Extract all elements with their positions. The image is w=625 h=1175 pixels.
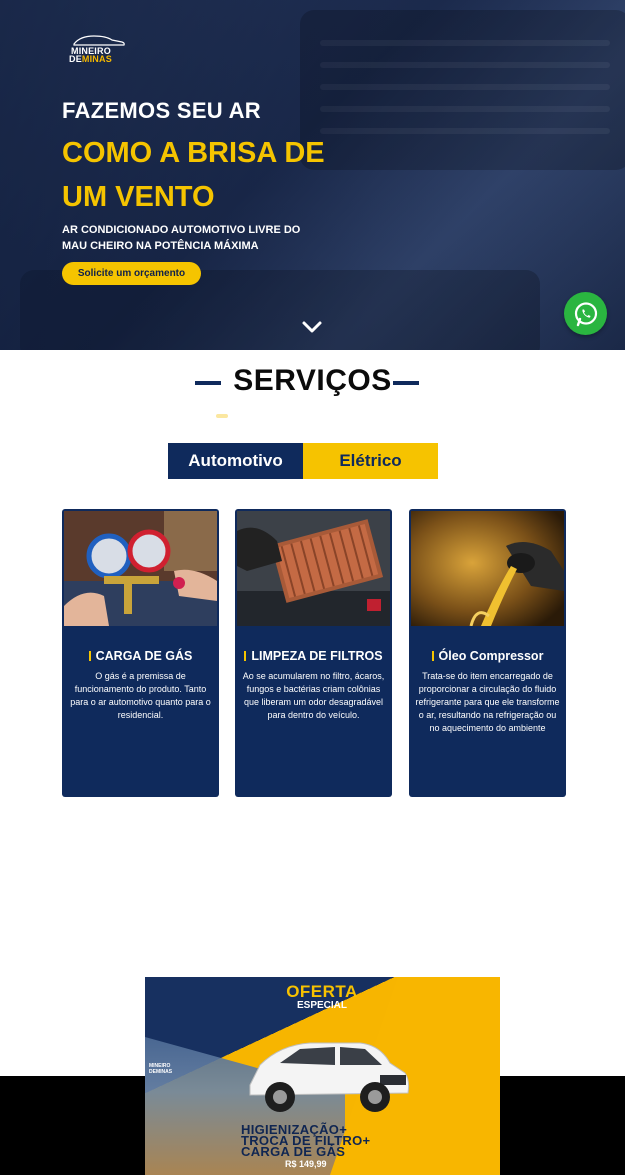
card-title-text: LIMPEZA DE FILTROS bbox=[251, 649, 383, 663]
whatsapp-icon bbox=[574, 301, 597, 326]
tab-automotivo[interactable]: Automotivo bbox=[168, 443, 303, 479]
card-title-text: CARGA DE GÁS bbox=[95, 649, 193, 663]
title-accent-bar bbox=[244, 651, 247, 661]
special-offer-banner[interactable]: OFERTA ESPECIAL MINEIRO DEMINAS HIGIENIZA… bbox=[145, 977, 500, 1175]
card-description: Trata-se do item encarregado de proporci… bbox=[415, 671, 560, 733]
card-description: Ao se acumularem no filtro, ácaros, fung… bbox=[242, 671, 385, 720]
service-card-oil[interactable]: Óleo Compressor Trata-se do item encarre… bbox=[409, 509, 566, 797]
gas-gauges-image bbox=[64, 511, 217, 626]
card-description: O gás é a premissa de funcionamento do p… bbox=[70, 671, 211, 720]
service-card-gas[interactable]: CARGA DE GÁS O gás é a premissa de funci… bbox=[62, 509, 219, 797]
hero-subtitle: AR CONDICIONADO AUTOMOTIVO LIVRE DO MAU … bbox=[62, 224, 301, 252]
card-title-text: Óleo Compressor bbox=[438, 649, 544, 663]
car-logo-icon bbox=[73, 35, 125, 46]
card-title: CARGA DE GÁS bbox=[62, 649, 219, 663]
title-accent-bar bbox=[88, 651, 91, 661]
card-title: Óleo Compressor bbox=[409, 649, 566, 663]
brand-de: DE bbox=[69, 54, 82, 64]
hero-title-white: FAZEMOS SEU AR bbox=[62, 98, 261, 123]
card-title: LIMPEZA DE FILTROS bbox=[235, 649, 392, 663]
offer-title: OFERTA bbox=[286, 982, 358, 1001]
suv-image bbox=[249, 1042, 410, 1112]
offer-logo-de: DE bbox=[149, 1069, 156, 1075]
brand-logo[interactable]: MINEIRO DEMINAS bbox=[68, 34, 132, 64]
air-filter-image bbox=[237, 511, 390, 626]
hero-title-yellow-2: UM VENTO bbox=[62, 181, 215, 213]
title-accent-bar bbox=[431, 651, 434, 661]
offer-line-3: CARGA DE GÁS bbox=[241, 1144, 346, 1159]
heading-dash-right bbox=[393, 381, 419, 385]
offer-subtitle: ESPECIAL bbox=[296, 1000, 347, 1011]
decorative-mark bbox=[216, 414, 228, 418]
request-quote-button[interactable]: Solicite um orçamento bbox=[62, 262, 201, 285]
service-tabs: Automotivo Elétrico bbox=[168, 443, 438, 479]
whatsapp-button[interactable] bbox=[564, 292, 607, 335]
offer-logo: MINEIRO DEMINAS bbox=[149, 1063, 172, 1075]
hero-banner: MINEIRO DEMINAS FAZEMOS SEU AR COMO A BR… bbox=[0, 0, 625, 350]
tab-eletrico[interactable]: Elétrico bbox=[303, 443, 438, 479]
chevron-down-icon[interactable] bbox=[301, 320, 323, 334]
services-heading: SERVIÇOS bbox=[233, 364, 392, 397]
offer-price: R$ 149,99 bbox=[285, 1159, 327, 1169]
hero-title-yellow-1: COMO A BRISA DE bbox=[62, 137, 325, 169]
offer-logo-minas: MINAS bbox=[155, 1069, 173, 1075]
brand-line-2: DEMINAS bbox=[69, 54, 112, 64]
service-card-filter[interactable]: LIMPEZA DE FILTROS Ao se acumularem no f… bbox=[235, 509, 392, 797]
brand-minas: MINAS bbox=[81, 54, 112, 64]
oil-pour-image bbox=[411, 511, 564, 626]
